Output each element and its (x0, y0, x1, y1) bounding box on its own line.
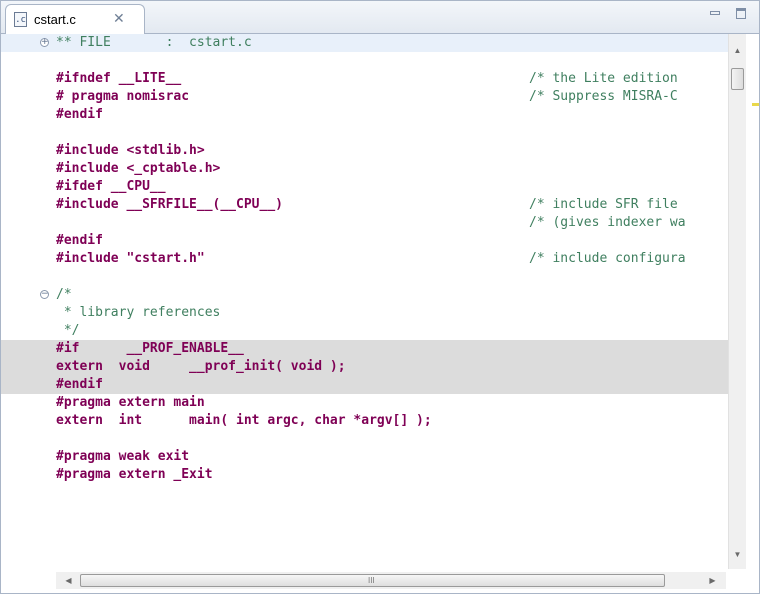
code-line[interactable]: #endif (1, 232, 728, 250)
scroll-left-icon[interactable]: ◀ (60, 572, 77, 589)
code-lines: + ** FILE : cstart.c #ifndef __LITE__ /*… (1, 34, 728, 484)
code-line[interactable]: extern int main( int argc, char *argv[] … (1, 412, 728, 430)
code-text: #include <_cptable.h> (56, 161, 221, 176)
minimize-glyph (710, 11, 720, 15)
code-line[interactable] (1, 268, 728, 286)
code-text: ** FILE : cstart.c (56, 35, 252, 50)
horizontal-scroll-thumb[interactable]: III (80, 574, 665, 587)
code-line[interactable]: * library references (1, 304, 728, 322)
code-line-inactive[interactable]: #if __PROF_ENABLE__ (1, 340, 728, 358)
code-line[interactable]: #include "cstart.h" /* include configura (1, 250, 728, 268)
code-line[interactable]: #ifndef __LITE__ /* the Lite edition (1, 70, 728, 88)
collapse-fold-icon[interactable]: − (40, 290, 49, 299)
code-editor[interactable]: + ** FILE : cstart.c #ifndef __LITE__ /*… (1, 34, 728, 569)
code-comment: /* the Lite edition (529, 71, 678, 86)
code-text: #include __SFRFILE__(__CPU__) (56, 197, 283, 212)
editor-window: .c cstart.c ✕ + ** FILE : cstart.c #ifnd… (0, 0, 760, 594)
code-text: extern int main( int argc, char *argv[] … (56, 413, 432, 428)
code-comment: /* (gives indexer wa (529, 215, 686, 230)
tab-title: cstart.c (34, 12, 76, 27)
code-line[interactable]: #pragma weak exit (1, 448, 728, 466)
expand-fold-icon[interactable]: + (40, 38, 49, 47)
scroll-right-icon[interactable]: ▶ (704, 572, 721, 589)
code-line[interactable]: + ** FILE : cstart.c (1, 34, 728, 52)
code-text: */ (56, 323, 80, 338)
code-text: #endif (56, 107, 103, 122)
code-text: * library references (56, 305, 221, 320)
editor-tab-strip: .c cstart.c ✕ (1, 1, 759, 34)
code-text: #if __PROF_ENABLE__ (56, 341, 244, 356)
code-comment: /* include SFR file (529, 197, 678, 212)
code-line-inactive[interactable]: #endif (1, 376, 728, 394)
code-text: # pragma nomisrac (56, 89, 190, 104)
code-comment: /* Suppress MISRA-C (529, 89, 678, 104)
code-line[interactable] (1, 124, 728, 142)
code-line[interactable]: #include <_cptable.h> (1, 160, 728, 178)
code-text: #endif (56, 377, 103, 392)
code-line-inactive[interactable]: extern void __prof_init( void ); (1, 358, 728, 376)
code-line[interactable]: #ifdef __CPU__ (1, 178, 728, 196)
maximize-icon[interactable] (734, 7, 748, 21)
code-text: #endif (56, 233, 103, 248)
code-line[interactable] (1, 52, 728, 70)
scroll-up-icon[interactable]: ▲ (729, 42, 746, 59)
scroll-grip: III (368, 576, 375, 585)
maximize-glyph (736, 8, 746, 19)
tab-cstart-c[interactable]: .c cstart.c ✕ (5, 4, 145, 34)
scroll-down-icon[interactable]: ▼ (729, 546, 746, 563)
code-text: #pragma extern main (56, 395, 205, 410)
warning-marker[interactable] (752, 103, 759, 106)
vertical-scrollbar[interactable]: ▲ ▼ (728, 34, 746, 569)
code-line[interactable]: #endif (1, 106, 728, 124)
minimize-icon[interactable] (708, 7, 722, 21)
code-text: #ifdef __CPU__ (56, 179, 166, 194)
close-icon[interactable]: ✕ (113, 10, 125, 27)
code-text: extern void __prof_init( void ); (56, 359, 346, 374)
code-line[interactable]: #pragma extern _Exit (1, 466, 728, 484)
vertical-scroll-thumb[interactable] (731, 68, 744, 90)
code-text: #pragma extern _Exit (56, 467, 213, 482)
horizontal-scrollbar[interactable]: ◀ III ▶ (56, 572, 726, 589)
overview-ruler (746, 34, 759, 569)
code-text: /* (56, 287, 72, 302)
code-line[interactable]: /* (gives indexer wa (1, 214, 728, 232)
code-line[interactable] (1, 430, 728, 448)
code-line[interactable]: #pragma extern main (1, 394, 728, 412)
code-line[interactable]: # pragma nomisrac /* Suppress MISRA-C (1, 88, 728, 106)
code-text: #include "cstart.h" (56, 251, 205, 266)
code-text: #pragma weak exit (56, 449, 190, 464)
code-comment: /* include configura (529, 251, 686, 266)
code-line[interactable]: − /* (1, 286, 728, 304)
c-source-file-icon: .c (14, 12, 27, 27)
code-line[interactable]: */ (1, 322, 728, 340)
code-line[interactable]: #include __SFRFILE__(__CPU__) /* include… (1, 196, 728, 214)
code-line[interactable]: #include <stdlib.h> (1, 142, 728, 160)
code-text: #ifndef __LITE__ (56, 71, 182, 86)
code-text: #include <stdlib.h> (56, 143, 205, 158)
